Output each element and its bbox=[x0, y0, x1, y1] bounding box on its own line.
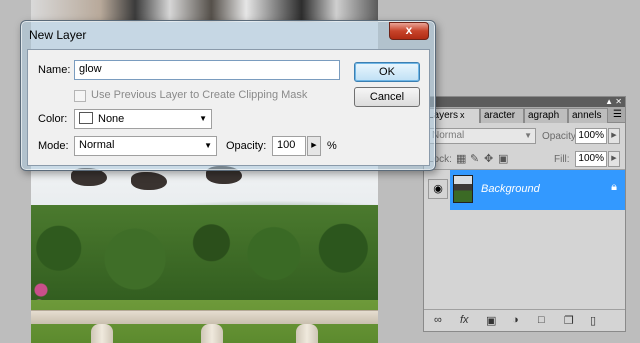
chevron-down-icon: ▼ bbox=[204, 141, 212, 150]
opacity-arrow-icon[interactable]: ▶ bbox=[307, 136, 321, 156]
link-layers-icon[interactable]: ∞ bbox=[434, 314, 442, 326]
panel-window-buttons-icon[interactable]: ▲ ✕ bbox=[605, 98, 622, 106]
chevron-down-icon: ▼ bbox=[199, 114, 207, 123]
close-icon: x bbox=[405, 23, 413, 37]
fx-icon[interactable]: fx bbox=[460, 314, 469, 326]
mode-select[interactable]: Normal ▼ bbox=[74, 136, 217, 156]
opacity-label: Opacity: bbox=[542, 131, 579, 142]
dialog-title: New Layer bbox=[29, 28, 87, 42]
photo-baluster bbox=[296, 324, 318, 343]
lock-position-icon[interactable]: ✥ bbox=[484, 152, 493, 165]
close-button[interactable]: x bbox=[389, 22, 429, 40]
percent-label: % bbox=[327, 140, 337, 152]
lock-all-icon[interactable]: ▣ bbox=[498, 152, 508, 165]
layer-row[interactable]: ◉ Background 🔒︎ bbox=[424, 170, 625, 210]
panel-menu-icon[interactable]: ☰ bbox=[613, 109, 622, 120]
layer-name[interactable]: Background bbox=[481, 183, 540, 195]
photo-feet bbox=[131, 172, 167, 190]
photo-trees bbox=[31, 205, 378, 313]
blend-opacity-row: Normal ▼ Opacity: 100% ▶ bbox=[424, 125, 625, 147]
cancel-button[interactable]: Cancel bbox=[354, 87, 420, 107]
trash-icon[interactable]: ▯ bbox=[590, 314, 596, 327]
photo-people-strip bbox=[31, 0, 378, 22]
tab-character[interactable]: aracter bbox=[480, 108, 524, 123]
eye-icon[interactable]: ◉ bbox=[428, 179, 448, 199]
layer-name-field[interactable]: glow bbox=[74, 60, 340, 80]
ok-button[interactable]: OK bbox=[354, 62, 420, 82]
opacity-field[interactable]: 100 bbox=[272, 136, 306, 156]
layers-footer-toolbar: ∞ fx ▣ ◑ □ ❐ ▯ bbox=[424, 309, 625, 331]
chevron-down-icon: ▼ bbox=[524, 131, 532, 140]
photo-baluster bbox=[91, 324, 113, 343]
mode-label: Mode: bbox=[38, 140, 69, 152]
color-swatch bbox=[79, 112, 93, 124]
folder-icon[interactable]: □ bbox=[538, 314, 545, 326]
add-mask-icon[interactable]: ▣ bbox=[486, 314, 496, 327]
color-select[interactable]: None ▼ bbox=[74, 109, 212, 129]
dialog-body: Name: glow Use Previous Layer to Create … bbox=[27, 49, 430, 166]
layer-thumbnail[interactable] bbox=[453, 175, 473, 203]
tab-close-icon[interactable]: x bbox=[460, 110, 465, 120]
clipping-mask-label: Use Previous Layer to Create Clipping Ma… bbox=[91, 89, 308, 101]
tab-paragraph[interactable]: agraph bbox=[524, 108, 568, 123]
color-label: Color: bbox=[38, 113, 68, 125]
tab-channels[interactable]: annels bbox=[568, 108, 608, 123]
name-label: Name: bbox=[38, 64, 71, 76]
fill-label: Fill: bbox=[554, 154, 570, 165]
blend-mode-select[interactable]: Normal ▼ bbox=[428, 128, 536, 144]
lock-fill-row: Lock: ▦ ✎ ✥ ▣ Fill: 100% ▶ bbox=[424, 148, 625, 170]
lock-image-icon[interactable]: ✎ bbox=[470, 152, 479, 165]
adjustment-layer-icon[interactable]: ◑ bbox=[512, 314, 519, 326]
panel-titlebar[interactable]: ▲ ✕ bbox=[424, 97, 625, 107]
layer-list: ◉ Background 🔒︎ bbox=[424, 169, 625, 309]
lock-icon: 🔒︎ bbox=[611, 181, 617, 193]
lock-transparent-icon[interactable]: ▦ bbox=[456, 152, 466, 165]
opacity-label: Opacity: bbox=[226, 140, 267, 152]
panel-tabs: Layers x aracter agraph annels ☰ bbox=[424, 107, 625, 123]
photo-railing bbox=[31, 310, 378, 324]
layer-opacity-field[interactable]: 100% bbox=[575, 128, 607, 144]
clipping-mask-checkbox[interactable] bbox=[74, 90, 86, 102]
fill-field[interactable]: 100% bbox=[575, 151, 607, 167]
photo-baluster bbox=[201, 324, 223, 343]
fill-slider-arrow-icon[interactable]: ▶ bbox=[608, 151, 620, 167]
new-layer-dialog: New Layer x Name: glow Use Previous Laye… bbox=[20, 20, 436, 171]
layers-panel: ▲ ✕ Layers x aracter agraph annels ☰ Norm… bbox=[423, 96, 626, 332]
new-layer-icon[interactable]: ❐ bbox=[564, 314, 574, 327]
opacity-slider-arrow-icon[interactable]: ▶ bbox=[608, 128, 620, 144]
